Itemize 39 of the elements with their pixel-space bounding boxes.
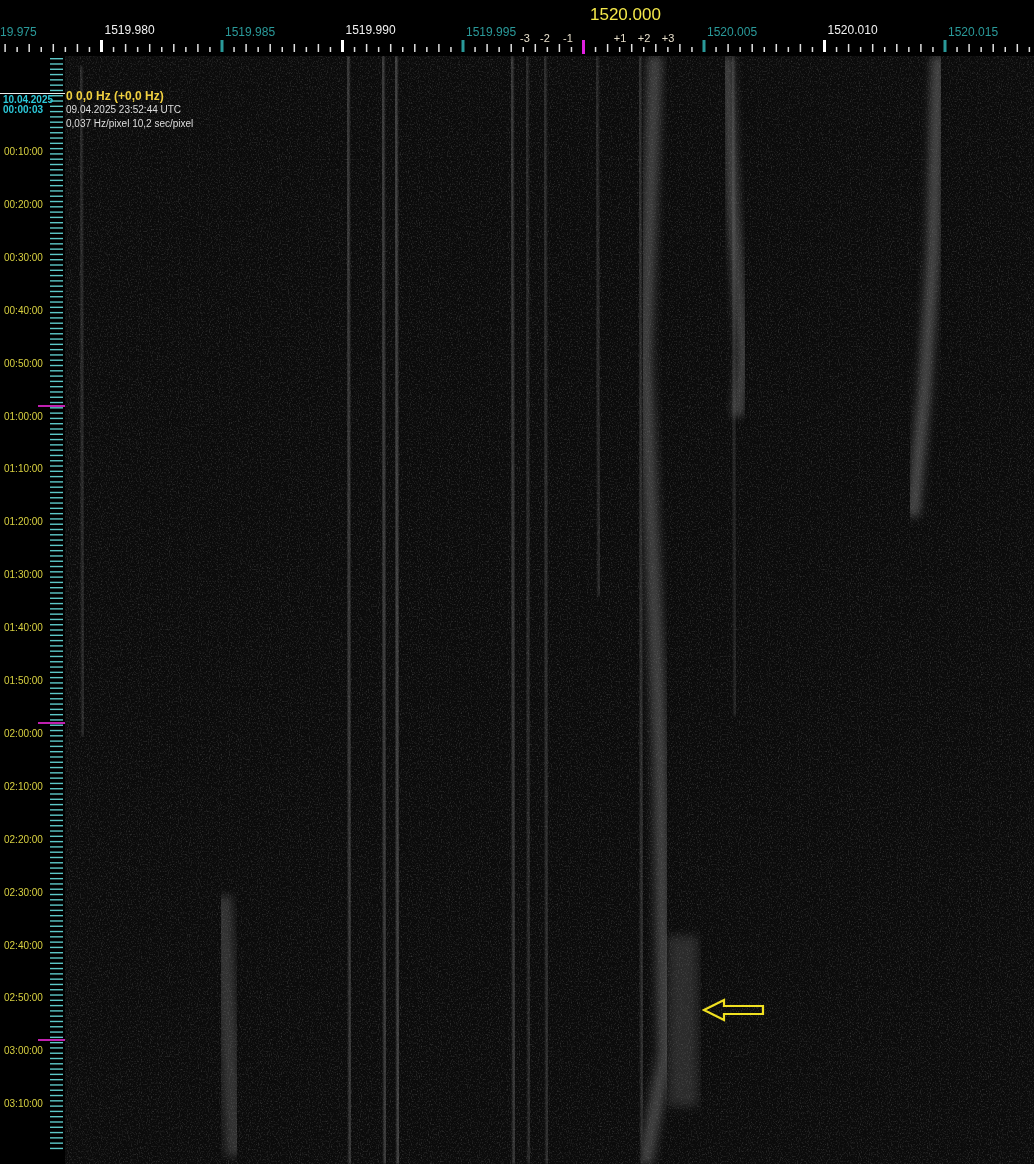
- frequency-label: 1520.015: [948, 25, 999, 40]
- offset-label: +1: [613, 32, 627, 45]
- time-label: 00:10:00: [4, 146, 43, 158]
- time-label: 01:30:00: [4, 569, 43, 582]
- time-label: 00:50:00: [4, 357, 43, 370]
- time-label: 02:50:00: [4, 992, 43, 1005]
- frequency-label: 1520.010: [827, 23, 878, 38]
- time-label: 02:40:00: [4, 939, 43, 952]
- frequency-readout: 0 0,0 Hz (+0,0 Hz): [66, 89, 165, 103]
- offset-label: +2: [637, 32, 651, 45]
- time-label: 03:10:00: [4, 1098, 43, 1111]
- frequency-label: 19.975: [0, 25, 37, 40]
- time-label: 00:40:00: [4, 304, 43, 317]
- time-label: 01:20:00: [4, 516, 43, 529]
- offset-label: -1: [563, 32, 573, 45]
- frequency-label: 1520.005: [707, 25, 758, 40]
- time-label: 02:30:00: [4, 886, 43, 899]
- time-label: 01:10:00: [4, 463, 43, 476]
- frequency-label: 1519.980: [104, 23, 155, 38]
- frequency-label: 1519.990: [345, 23, 396, 38]
- timestamp-readout: 09.04.2025 23:52:44 UTC: [66, 103, 183, 117]
- frequency-label: 1519.995: [466, 25, 517, 40]
- frequency-label: 1519.985: [225, 25, 276, 40]
- offset-label: +3: [661, 32, 675, 45]
- offset-label: -2: [540, 32, 550, 45]
- center-frequency-label: 1520.000: [590, 5, 661, 24]
- time-label: 02:10:00: [4, 780, 43, 793]
- time-label: 01:50:00: [4, 675, 43, 687]
- time-label: 01:40:00: [4, 622, 43, 635]
- arrow-annotation-icon: [702, 998, 766, 1022]
- time-label: 00:30:00: [4, 251, 43, 264]
- time-label: 03:00:00: [4, 1045, 43, 1058]
- time-label: 02:20:00: [4, 833, 43, 846]
- offset-label: -3: [520, 32, 530, 45]
- start-timestamp: 10.04.2025 00:00:03: [3, 95, 54, 115]
- time-label: 02:00:00: [4, 727, 43, 740]
- time-label: 00:20:00: [4, 198, 43, 211]
- time-label: 01:00:00: [4, 410, 43, 423]
- resolution-readout: 0,037 Hz/pixel 10,2 sec/pixel: [66, 117, 194, 131]
